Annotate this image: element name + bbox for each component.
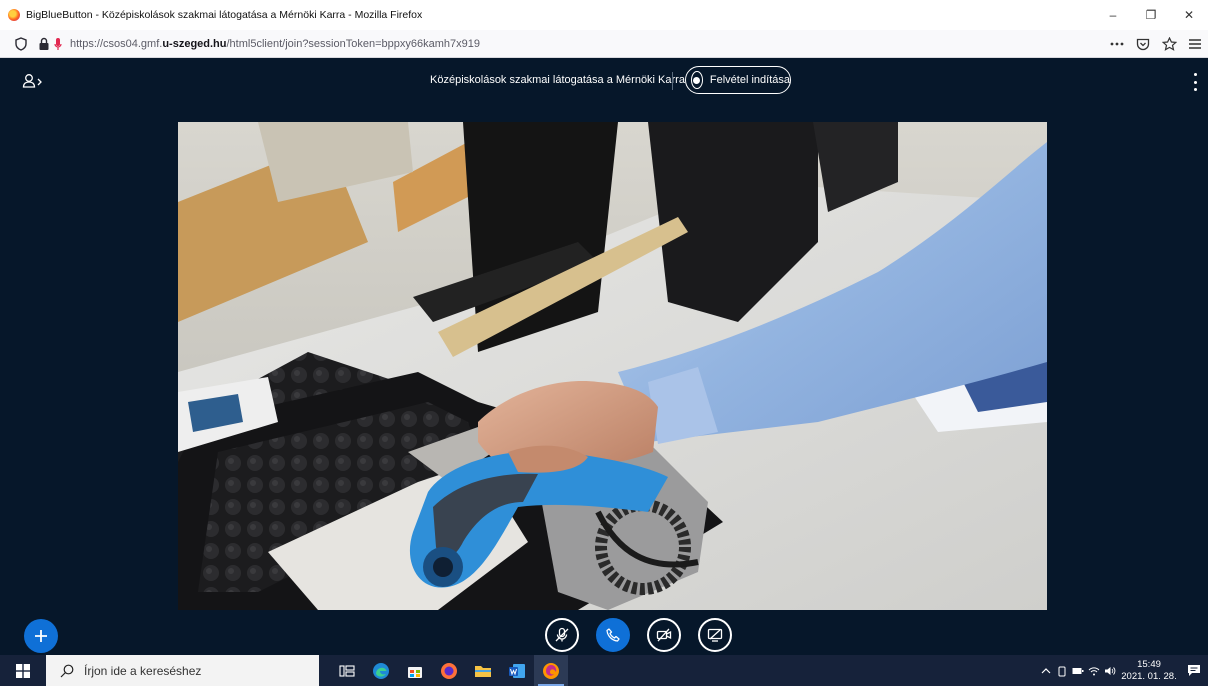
search-icon [60, 664, 74, 677]
notification-icon[interactable] [1180, 655, 1208, 686]
bbb-app: Középiskolások szakmai látogatása a Mérn… [0, 58, 1208, 655]
mute-microphone-button[interactable] [545, 618, 579, 652]
file-explorer-icon[interactable] [466, 655, 500, 686]
windows-taskbar: Írjon ide a kereséshez 15:49 2021. 01. 2… [0, 655, 1208, 686]
address-bar[interactable]: https://csos04.gmf.u-szeged.hu/html5clie… [0, 30, 1208, 58]
url-text[interactable]: https://csos04.gmf.u-szeged.hu/html5clie… [70, 38, 480, 50]
meeting-title: Középiskolások szakmai látogatása a Mérn… [430, 74, 685, 86]
firefox-active-icon[interactable] [534, 655, 568, 686]
microsoft-store-icon[interactable] [398, 655, 432, 686]
pocket-icon[interactable] [1130, 30, 1156, 58]
minimize-button[interactable]: – [1094, 0, 1132, 30]
firefox-logo-icon [8, 9, 20, 21]
bookmark-star-icon[interactable] [1156, 30, 1182, 58]
share-screen-button[interactable] [698, 618, 732, 652]
edge-icon[interactable] [364, 655, 398, 686]
word-icon[interactable] [500, 655, 534, 686]
taskbar-apps [330, 655, 568, 686]
windows-logo-icon [16, 663, 30, 678]
tracking-protection-shield-icon[interactable] [14, 36, 28, 51]
chevron-up-icon[interactable] [1038, 655, 1054, 686]
clock-date: 2021. 01. 28. [1121, 670, 1177, 682]
phone-icon [606, 628, 620, 642]
media-actions-bar [545, 618, 732, 652]
power-icon[interactable] [1054, 655, 1070, 686]
start-recording-button[interactable]: Felvétel indítása [685, 66, 791, 94]
screenshare-off-icon [707, 628, 723, 642]
start-button[interactable] [0, 655, 46, 686]
menu-icon[interactable] [1182, 30, 1208, 58]
options-menu-icon[interactable] [1192, 73, 1198, 91]
user-list-toggle-icon[interactable] [22, 72, 44, 90]
video-off-icon [656, 628, 672, 642]
system-tray: 15:49 2021. 01. 28. [1038, 655, 1208, 686]
battery-icon[interactable] [1070, 655, 1086, 686]
record-icon [691, 71, 703, 89]
volume-icon[interactable] [1102, 655, 1118, 686]
clock[interactable]: 15:49 2021. 01. 28. [1118, 659, 1180, 683]
task-view-icon[interactable] [330, 655, 364, 686]
taskbar-search-box[interactable]: Írjon ide a kereséshez [46, 655, 319, 686]
microphone-permission-icon[interactable] [54, 37, 62, 51]
restore-button[interactable]: ❐ [1132, 0, 1170, 30]
window-controls: – ❐ ✕ [1094, 0, 1208, 30]
leave-audio-button[interactable] [596, 618, 630, 652]
clock-time: 15:49 [1137, 658, 1161, 670]
microphone-off-icon [555, 627, 569, 642]
bbb-header: Középiskolások szakmai látogatása a Mérn… [0, 58, 1208, 104]
close-button[interactable]: ✕ [1170, 0, 1208, 30]
more-icon[interactable] [1104, 30, 1130, 58]
wifi-icon[interactable] [1086, 655, 1102, 686]
plus-icon [35, 630, 47, 642]
webcam-video [178, 122, 1047, 610]
search-placeholder: Írjon ide a kereséshez [84, 663, 202, 678]
header-divider [672, 72, 673, 90]
actions-plus-button[interactable] [24, 619, 58, 653]
lock-icon[interactable] [38, 37, 50, 51]
window-title: BigBlueButton - Középiskolások szakmai l… [26, 9, 423, 21]
browser-title-bar: BigBlueButton - Középiskolások szakmai l… [0, 0, 1208, 30]
start-recording-label: Felvétel indítása [709, 74, 790, 86]
firefox-app-icon[interactable] [432, 655, 466, 686]
share-webcam-button[interactable] [647, 618, 681, 652]
